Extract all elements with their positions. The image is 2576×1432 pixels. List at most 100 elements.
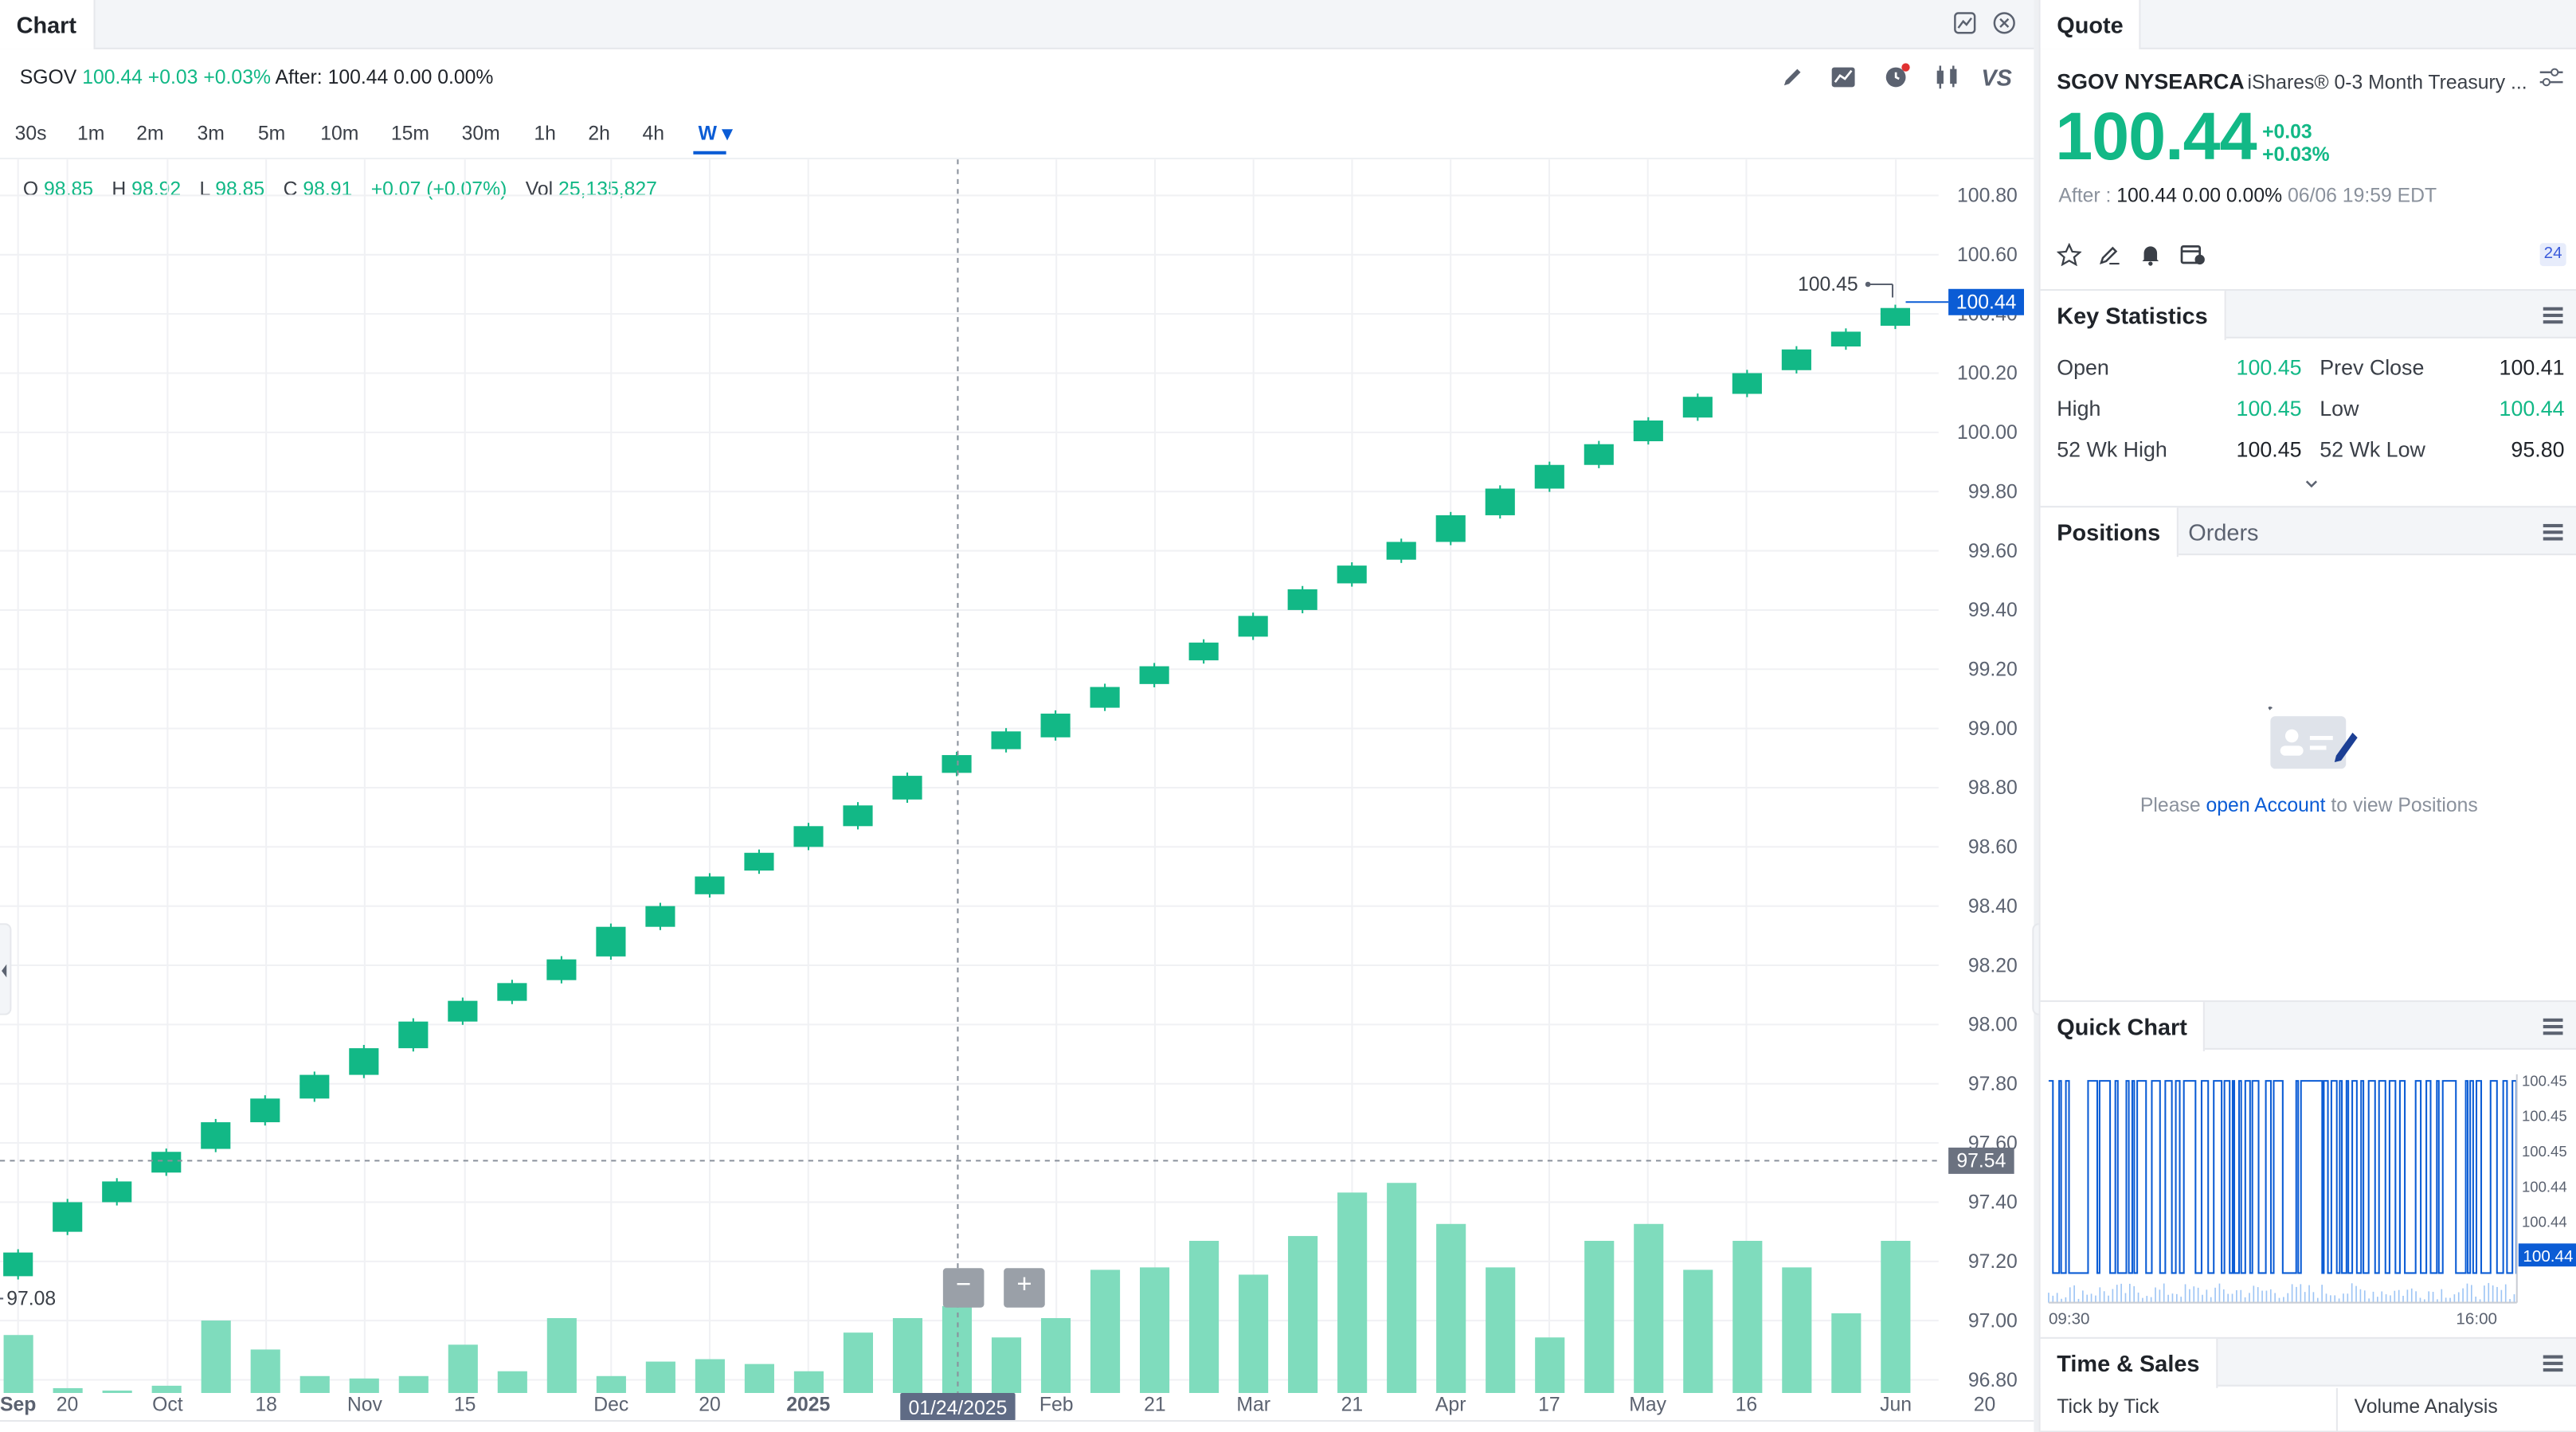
tab-positions[interactable]: Positions	[2040, 507, 2179, 558]
tab-quick-chart[interactable]: Quick Chart	[2040, 1002, 2206, 1051]
candle	[1584, 444, 1614, 465]
timeframe-10m[interactable]: 10m	[320, 122, 358, 145]
candle	[695, 876, 725, 894]
tab-orders[interactable]: Orders	[2172, 507, 2276, 557]
candle	[892, 776, 922, 800]
quote-change: +0.03	[2262, 119, 2312, 143]
x-tick-label: May	[1629, 1395, 1666, 1416]
after-label: After :	[2058, 184, 2112, 207]
x-tick-label: 21	[1144, 1395, 1166, 1416]
zoom-out-button[interactable]: −	[942, 1268, 985, 1308]
candle	[448, 1000, 478, 1022]
quick-y-tick: 100.45	[2522, 1143, 2567, 1160]
stat-value: 100.41	[2499, 354, 2565, 380]
extended-hours-badge[interactable]: 24	[2539, 243, 2566, 267]
volume-bar	[250, 1349, 280, 1393]
symbol[interactable]: SGOV	[20, 66, 77, 89]
quick-chart[interactable]: 100.45100.45100.45100.44100.44100.44100.…	[2041, 1051, 2576, 1331]
candle	[299, 1074, 330, 1099]
menu-icon[interactable]	[2543, 1355, 2563, 1372]
candle	[1880, 307, 1910, 327]
candle	[1435, 515, 1466, 542]
timeframe-4h[interactable]: 4h	[642, 122, 664, 145]
stat-label: Prev Close	[2320, 354, 2425, 380]
timeframe-1m[interactable]: 1m	[77, 122, 104, 145]
volume-bar	[102, 1390, 132, 1393]
calendar-icon[interactable]	[2180, 243, 2206, 274]
timeframe-3m[interactable]: 3m	[198, 122, 225, 145]
after-time: 06/06 19:59 EDT	[2287, 184, 2437, 207]
note-edit-icon[interactable]	[2098, 243, 2121, 274]
candle	[991, 731, 1021, 749]
volume-bar	[1040, 1318, 1071, 1393]
draw-pencil-icon[interactable]	[1781, 66, 1804, 94]
compare-vs-button[interactable]: VS	[1981, 64, 2012, 90]
timeframe-30m[interactable]: 30m	[462, 122, 500, 145]
candle	[1040, 714, 1071, 738]
menu-icon[interactable]	[2543, 307, 2563, 324]
menu-icon[interactable]	[2543, 523, 2563, 541]
alert-clock-icon[interactable]	[1883, 62, 1912, 93]
volume-bar	[546, 1318, 577, 1393]
timeframe-15m[interactable]: 15m	[391, 122, 429, 145]
menu-icon[interactable]	[2543, 1018, 2563, 1035]
stat-value: 100.45	[2236, 354, 2302, 380]
x-tick-label: 15	[454, 1395, 476, 1416]
tab-time-sales[interactable]: Time & Sales	[2040, 1338, 2218, 1388]
y-tick-label: 99.80	[1968, 481, 2018, 503]
x-tick-label: Mar	[1236, 1395, 1270, 1416]
y-tick-label: 99.60	[1968, 541, 2018, 562]
tab-volume-analysis[interactable]: Volume Analysis	[2355, 1395, 2498, 1418]
stat-value: 95.80	[2511, 436, 2565, 462]
symbol-quote-line: SGOV 100.44 +0.03 +0.03% After: 100.44 0…	[20, 66, 494, 89]
candle	[497, 983, 527, 1001]
key-stats-header: Key Statistics	[2040, 289, 2576, 340]
timeframe-W[interactable]: W ▾	[699, 122, 733, 145]
empty-prefix: Please	[2139, 793, 2201, 817]
timeframe-1h[interactable]: 1h	[534, 122, 556, 145]
time-sales-header: Time & Sales	[2040, 1336, 2576, 1388]
chart-tabbar: Chart	[0, 0, 2034, 49]
candle	[398, 1021, 429, 1049]
after-pct: 0.00%	[2226, 184, 2283, 207]
tab-tick-by-tick[interactable]: Tick by Tick	[2057, 1395, 2159, 1418]
star-icon[interactable]	[2056, 242, 2082, 274]
volume-bar	[892, 1318, 923, 1393]
after-price: 100.44	[327, 65, 389, 89]
volume-bar	[942, 1305, 973, 1393]
tab-quote[interactable]: Quote	[2040, 0, 2142, 49]
high-marker-dot	[1865, 281, 1871, 288]
zoom-in-button[interactable]: +	[1004, 1268, 1045, 1308]
candlestick-type-icon[interactable]	[1934, 65, 1960, 94]
timeframe-30s[interactable]: 30s	[15, 122, 47, 145]
settings-sliders-icon[interactable]	[2539, 66, 2563, 96]
volume-bar	[1584, 1240, 1615, 1393]
open-account-link[interactable]: open Account	[2206, 793, 2326, 816]
chart-style-icon[interactable]	[1952, 11, 1978, 37]
close-icon[interactable]	[1991, 11, 2018, 37]
volume-bar	[843, 1332, 874, 1393]
price-change-pct: +0.03%	[203, 65, 271, 89]
tab-key-statistics[interactable]: Key Statistics	[2040, 291, 2226, 340]
stat-value: 100.44	[2499, 396, 2565, 421]
volume-bar	[3, 1335, 33, 1393]
candle	[942, 755, 972, 773]
price-chart[interactable]: 100.80100.60100.40100.20100.0099.8099.60…	[0, 159, 2034, 1432]
x-tick-label: Nov	[347, 1395, 383, 1416]
volume-bar	[53, 1387, 83, 1393]
timeframe-5m[interactable]: 5m	[258, 122, 285, 145]
candle	[843, 805, 873, 827]
tab-chart[interactable]: Chart	[0, 0, 95, 49]
x-tick-label: 16	[1736, 1395, 1758, 1416]
chevron-down-icon[interactable]	[2304, 470, 2320, 499]
high-marker-label: 100.45	[1798, 274, 1858, 295]
candle	[349, 1048, 379, 1075]
bell-icon[interactable]	[2139, 243, 2162, 274]
timeframe-2m[interactable]: 2m	[136, 122, 163, 145]
volume-bar	[299, 1375, 330, 1393]
candle	[645, 906, 675, 927]
indicator-icon[interactable]	[1830, 66, 1857, 94]
collapse-left-handle[interactable]	[0, 923, 12, 1015]
volume-bar	[1831, 1313, 1862, 1393]
timeframe-2h[interactable]: 2h	[588, 122, 610, 145]
